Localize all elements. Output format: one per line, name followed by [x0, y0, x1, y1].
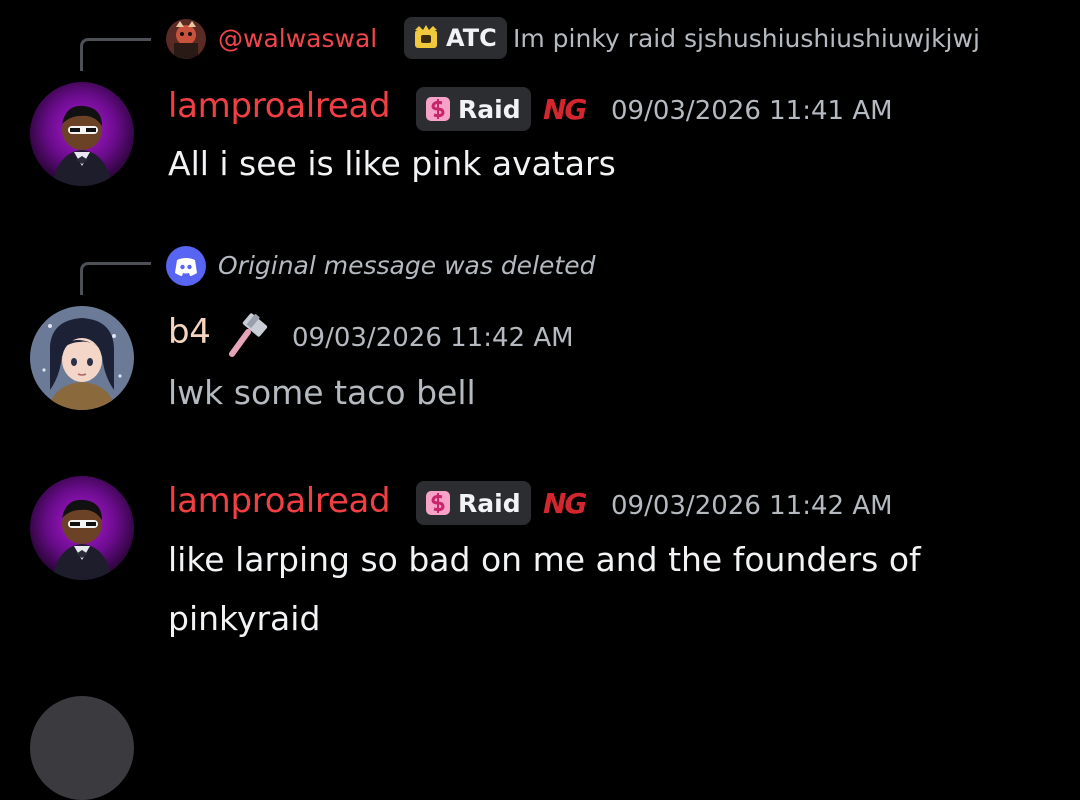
atc-tag-icon: [412, 24, 440, 52]
reply-connector: [80, 262, 151, 295]
hammer-icon[interactable]: [224, 312, 272, 360]
avatar[interactable]: [30, 82, 134, 186]
timestamp[interactable]: 09/03/2026 11:42 AM: [611, 491, 893, 521]
raid-tag[interactable]: Raid: [416, 481, 531, 525]
raid-tag-icon: [424, 95, 452, 123]
avatar[interactable]: [30, 306, 134, 410]
next-avatar-partial[interactable]: [30, 696, 134, 800]
avatar[interactable]: [30, 476, 134, 580]
raid-tag-icon: [424, 489, 452, 517]
reply-username[interactable]: @walwaswal: [218, 24, 377, 53]
reply-avatar[interactable]: [166, 19, 206, 59]
message-line-2: pinkyraid: [168, 599, 321, 638]
timestamp[interactable]: 09/03/2026 11:42 AM: [292, 323, 574, 353]
message-line-1: like larping so bad on me and the founde…: [168, 540, 921, 579]
username[interactable]: b4: [168, 312, 211, 352]
raid-tag-label: Raid: [458, 94, 521, 124]
reply-atc-tag[interactable]: ATC: [404, 17, 507, 59]
reply-message-text[interactable]: Im pinky raid sjshushiushiushiuwjkjwj: [513, 24, 980, 53]
reply-connector: [80, 38, 151, 71]
message-text: All i see is like pink avatars: [168, 144, 616, 183]
reply-tag-label: ATC: [446, 24, 497, 52]
message-text: lwk some taco bell: [168, 373, 476, 412]
discord-icon: [166, 246, 206, 286]
raid-tag-label: Raid: [458, 488, 521, 518]
ng-badge[interactable]: NG: [543, 94, 589, 126]
timestamp[interactable]: 09/03/2026 11:41 AM: [611, 96, 893, 126]
username[interactable]: lamproalread: [168, 86, 391, 126]
raid-tag[interactable]: Raid: [416, 87, 531, 131]
username[interactable]: lamproalread: [168, 481, 391, 521]
ng-badge[interactable]: NG: [543, 488, 589, 520]
deleted-reply-text[interactable]: Original message was deleted: [218, 251, 595, 280]
